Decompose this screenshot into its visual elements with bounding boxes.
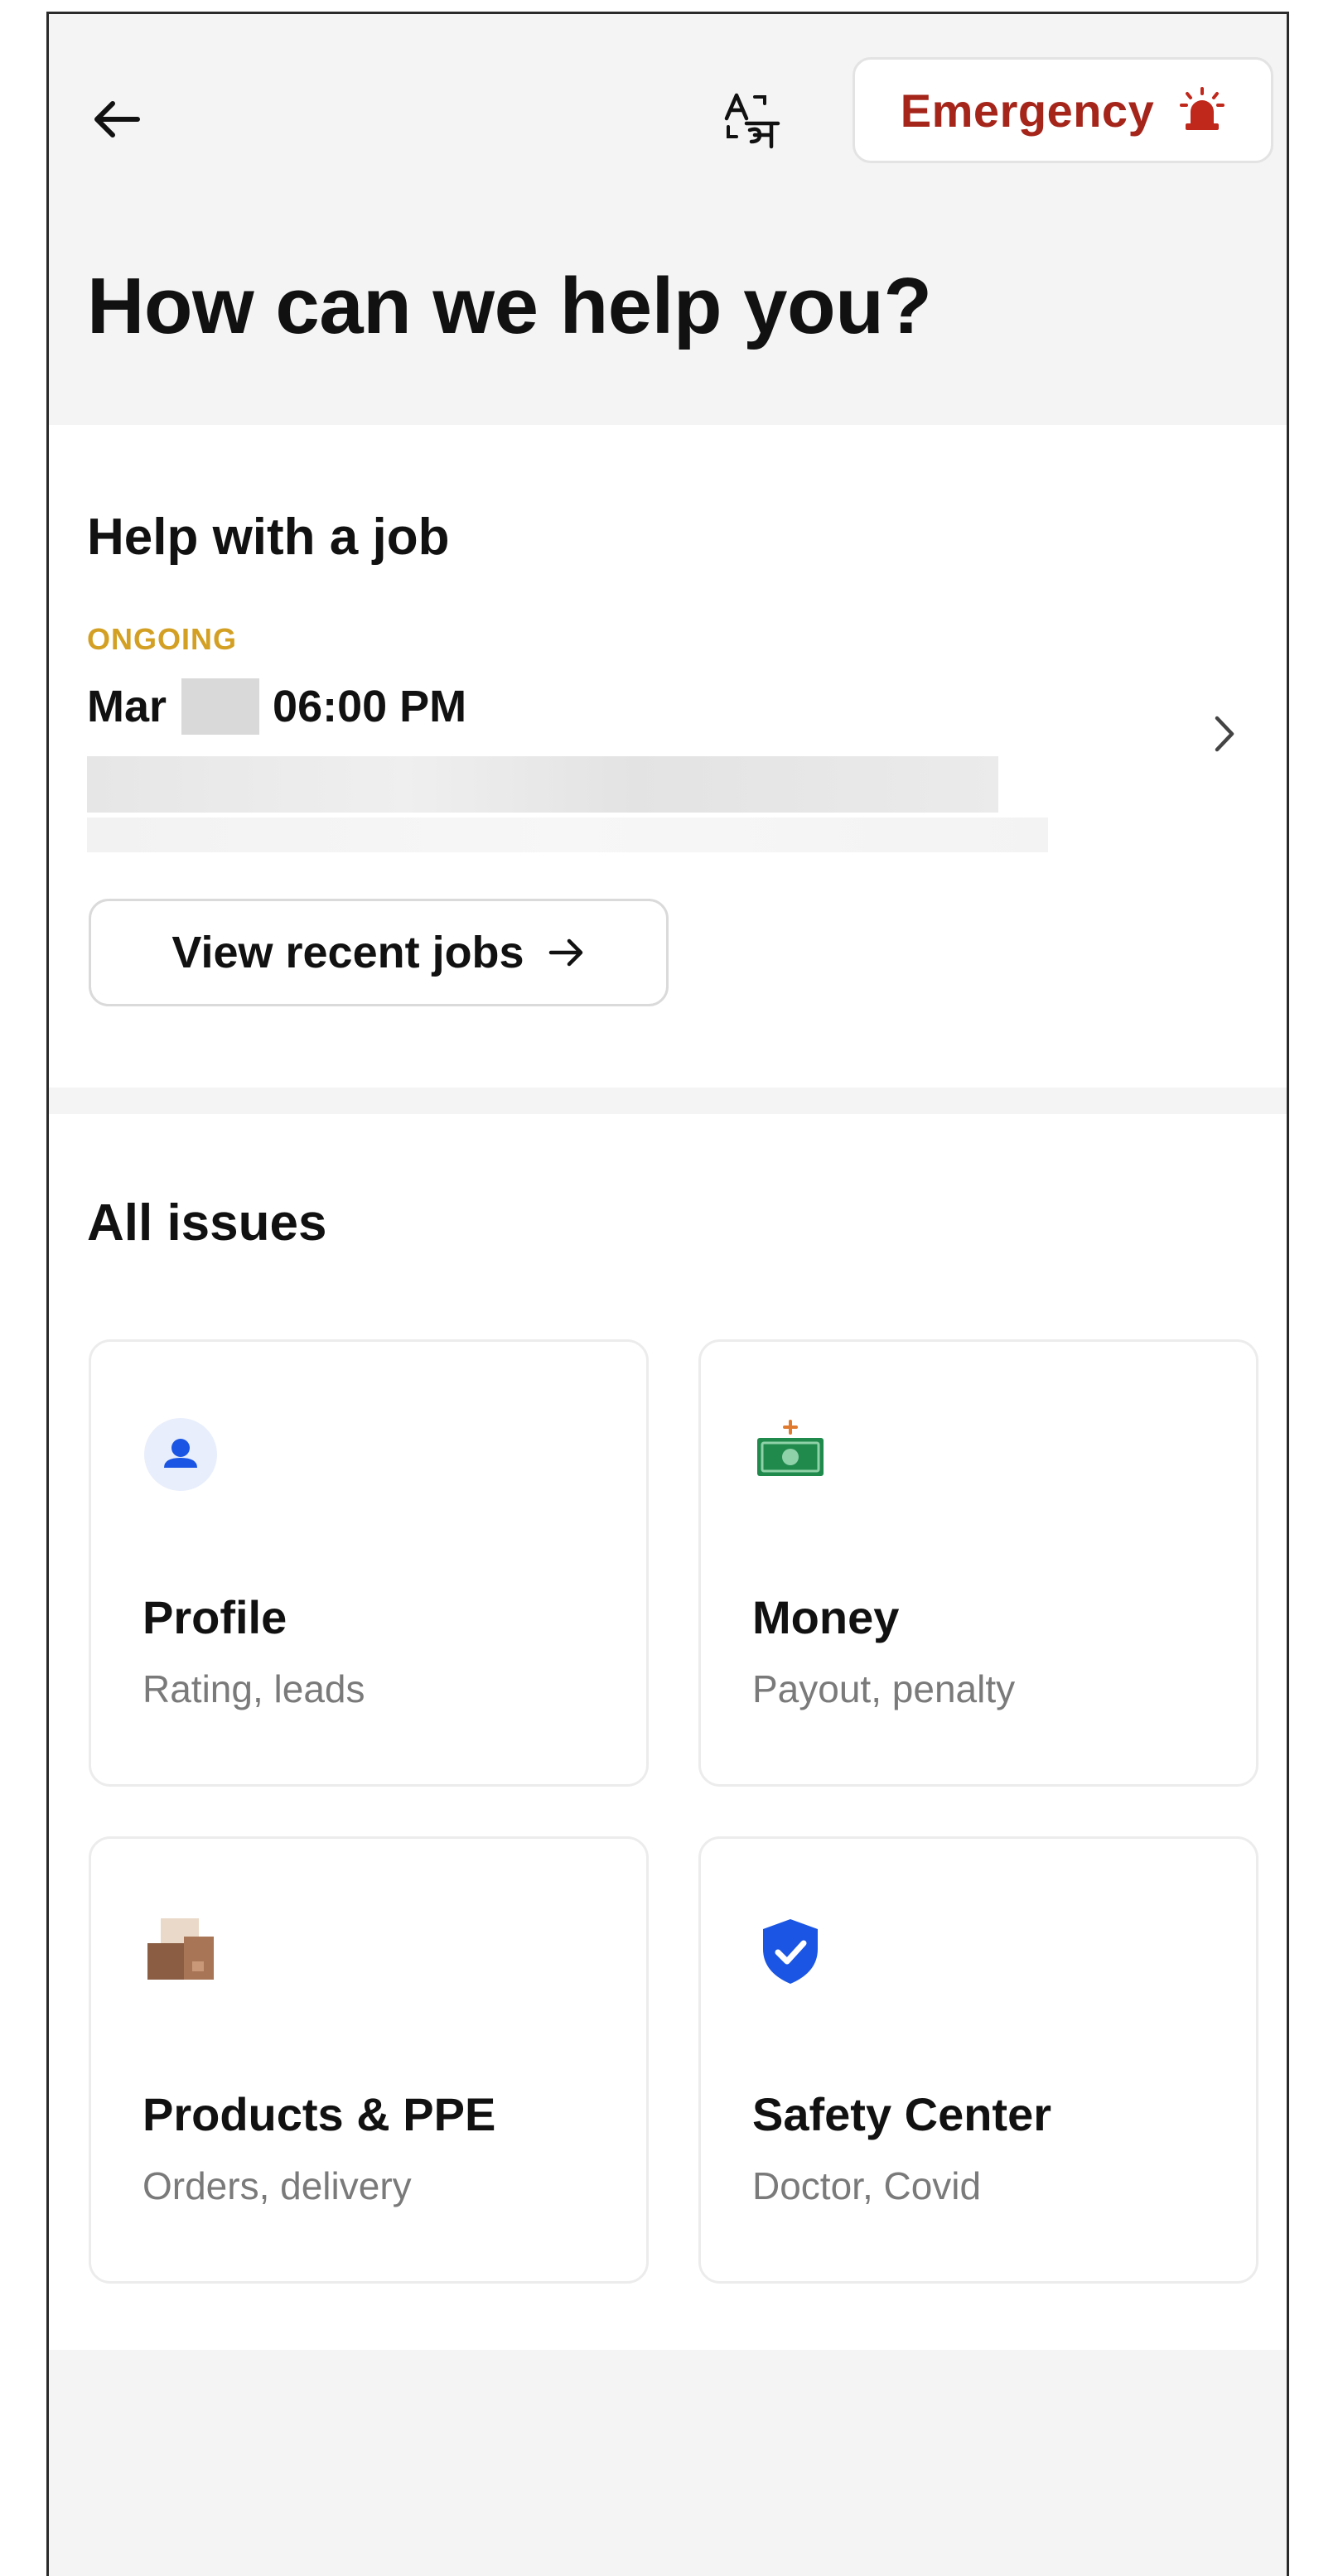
arrow-right-icon: [548, 938, 582, 967]
view-recent-jobs-button[interactable]: View recent jobs: [89, 899, 669, 1006]
section-title-all-issues: All issues: [87, 1194, 327, 1252]
issue-card-profile[interactable]: Profile Rating, leads: [89, 1339, 649, 1787]
issue-card-title: Money: [752, 1591, 900, 1643]
money-icon: [751, 1415, 830, 1494]
shield-check-icon: [751, 1912, 830, 1991]
job-datetime: Mar 06:00 PM: [87, 678, 466, 735]
top-bar: Emergency: [49, 14, 1287, 205]
job-status-badge: ONGOING: [87, 622, 238, 656]
issue-card-title: Profile: [142, 1591, 287, 1643]
section-title-help-with-job: Help with a job: [87, 509, 450, 566]
siren-icon: [1180, 87, 1225, 130]
issue-card-money[interactable]: Money Payout, penalty: [698, 1339, 1258, 1787]
products-box-icon: [141, 1912, 220, 1991]
redacted-address-line-secondary: [87, 818, 1048, 852]
redacted-address-line: [87, 756, 998, 813]
emergency-button-label: Emergency: [900, 84, 1155, 137]
view-recent-jobs-label: View recent jobs: [171, 928, 524, 977]
back-button[interactable]: [87, 90, 145, 148]
issue-card-subtitle: Payout, penalty: [752, 1667, 1016, 1710]
arrow-left-icon: [94, 101, 140, 137]
issue-card-title: Products & PPE: [142, 2088, 496, 2140]
chevron-right-icon: [1204, 705, 1245, 763]
page-title: How can we help you?: [87, 262, 932, 350]
redacted-day: [181, 678, 260, 735]
issue-card-subtitle: Doctor, Covid: [752, 2164, 982, 2207]
job-month: Mar: [87, 682, 167, 731]
job-time: 06:00 PM: [273, 682, 467, 731]
app-screen: Emergency How can we help you? Help with…: [46, 12, 1289, 2576]
issue-card-products-ppe[interactable]: Products & PPE Orders, delivery: [89, 1836, 649, 2284]
emergency-button[interactable]: Emergency: [853, 57, 1273, 163]
help-with-job-section: Help with a job ONGOING Mar 06:00 PM Vie…: [49, 425, 1287, 1088]
all-issues-section: All issues Profile Rating, leads Money P…: [49, 1114, 1287, 2350]
issue-card-subtitle: Rating, leads: [142, 1667, 365, 1710]
ongoing-job-item[interactable]: ONGOING Mar 06:00 PM: [49, 615, 1287, 864]
language-translate-button[interactable]: [717, 85, 786, 155]
translate-icon: [724, 93, 780, 149]
issue-card-subtitle: Orders, delivery: [142, 2164, 412, 2207]
issue-card-safety-center[interactable]: Safety Center Doctor, Covid: [698, 1836, 1258, 2284]
issue-card-title: Safety Center: [752, 2088, 1052, 2140]
profile-icon: [141, 1415, 220, 1494]
